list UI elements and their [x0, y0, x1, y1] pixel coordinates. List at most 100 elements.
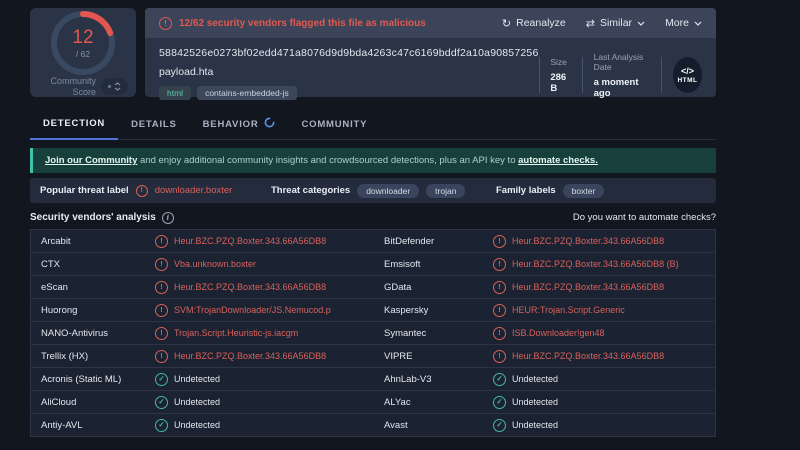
gauge-text: 12 / 62 — [51, 11, 115, 75]
family-labels-group: Family labels boxter — [496, 178, 605, 203]
vendor-name: Avast — [384, 419, 408, 431]
automate-checks-link[interactable]: automate checks. — [518, 155, 598, 166]
file-hash: 58842526e0273bf02edd471a8076d9d9bda4263c… — [159, 47, 539, 59]
result-text: Heur.BZC.PZQ.Boxter.343.66A56DB8 (B) — [512, 259, 679, 269]
table-row: Huorong! SVM:TrojanDownloader/JS.Nemucod.… — [30, 298, 716, 322]
automate-checks-question[interactable]: Do you want to automate checks? — [573, 212, 716, 223]
warning-icon: ! — [155, 303, 168, 317]
community-score-label: Community Score — [50, 76, 96, 97]
result-text: Undetected — [174, 397, 221, 407]
detection-result: ! Heur.BZC.PZQ.Boxter.343.66A56DB8 — [493, 349, 717, 363]
detection-result: ! Heur.BZC.PZQ.Boxter.343.66A56DB8 (B) — [493, 257, 717, 271]
result-text: Heur.BZC.PZQ.Boxter.343.66A56DB8 — [174, 236, 327, 246]
check-icon: ✓ — [493, 372, 506, 386]
vendor-name: Symantec — [384, 327, 427, 339]
chevron-down-icon — [694, 17, 702, 29]
divider — [581, 57, 583, 93]
chevron-down-icon — [637, 17, 645, 29]
join-community-link[interactable]: Join our Community — [45, 155, 137, 166]
detection-result: ! Heur.BZC.PZQ.Boxter.343.66A56DB8 — [155, 234, 374, 248]
result-text: ISB.Downloader!gen48 — [512, 328, 605, 338]
warning-icon: ! — [493, 349, 506, 363]
warning-icon: ! — [155, 257, 168, 271]
warning-icon: ! — [155, 280, 168, 294]
banner-text: and enjoy additional community insights … — [137, 155, 519, 166]
table-row: Trellix (HX)! Heur.BZC.PZQ.Boxter.343.66A… — [30, 344, 716, 368]
more-button[interactable]: More — [665, 17, 702, 29]
score-footer: Community Score — [30, 76, 136, 98]
detection-score-gauge: 12 / 62 — [51, 11, 115, 75]
vendor-name: Acronis (Static ML) — [41, 373, 122, 385]
warning-icon: ! — [135, 184, 148, 197]
threat-categories-group: Threat categories downloader trojan — [271, 178, 466, 203]
check-icon: ✓ — [155, 418, 168, 432]
tab-bar: DETECTION DETAILS BEHAVIOR COMMUNITY — [30, 109, 716, 140]
check-icon: ✓ — [155, 395, 168, 409]
popular-threat-label-group: Popular threat label ! downloader.boxter — [40, 184, 233, 197]
result-text: Undetected — [174, 420, 221, 430]
category-pill-trojan[interactable]: trojan — [426, 183, 466, 198]
result-text: Undetected — [512, 374, 559, 384]
vendor-name: VIPRE — [384, 350, 413, 362]
score-total: / 62 — [75, 48, 91, 59]
tab-behavior[interactable]: BEHAVIOR — [190, 109, 289, 139]
info-icon[interactable]: i — [161, 211, 174, 224]
vendor-name: ALYac — [384, 396, 411, 408]
detection-result: ✓ Undetected — [493, 372, 717, 386]
vendor-name: eScan — [41, 281, 68, 293]
file-report-page: 12 / 62 Community Score ! 12/62 security… — [0, 0, 800, 450]
detection-result: ! Vba.unknown.boxter — [155, 257, 374, 271]
vendor-name: AliCloud — [41, 396, 77, 408]
check-icon: ✓ — [155, 372, 168, 386]
community-score-card: 12 / 62 Community Score — [30, 8, 136, 97]
tab-community[interactable]: COMMUNITY — [288, 109, 380, 139]
result-text: Heur.BZC.PZQ.Boxter.343.66A56DB8 — [512, 236, 665, 246]
alert-text: 12/62 security vendors flagged this file… — [179, 17, 426, 29]
result-text: SVM:TrojanDownloader/JS.Nemucod.p — [174, 305, 331, 315]
table-row: eScan! Heur.BZC.PZQ.Boxter.343.66A56DB8 GD… — [30, 275, 716, 299]
warning-icon: ! — [155, 326, 168, 340]
result-text: Undetected — [174, 374, 221, 384]
warning-icon: ! — [493, 280, 506, 294]
community-banner: Join our Community and enjoy additional … — [30, 148, 716, 173]
check-icon: ✓ — [493, 395, 506, 409]
vendor-name: Kaspersky — [384, 304, 429, 316]
last-analysis-date: Last Analysis Date a moment ago — [593, 51, 644, 99]
popular-threat-label-value[interactable]: downloader.boxter — [155, 185, 233, 196]
detection-result: ✓ Undetected — [493, 395, 717, 409]
tab-details[interactable]: DETAILS — [118, 109, 190, 139]
file-report-header: ! 12/62 security vendors flagged this fi… — [145, 8, 716, 100]
result-text: Heur.BZC.PZQ.Boxter.343.66A56DB8 — [174, 282, 327, 292]
detection-result: ✓ Undetected — [155, 372, 374, 386]
file-identity: 58842526e0273bf02edd471a8076d9d9bda4263c… — [159, 47, 539, 100]
warning-icon: ! — [493, 234, 506, 248]
category-pill-downloader[interactable]: downloader — [357, 183, 420, 198]
alert-warning-icon: ! — [159, 16, 172, 30]
table-row: Arcabit! Heur.BZC.PZQ.Boxter.343.66A56DB8… — [30, 229, 716, 253]
tag-html[interactable]: html — [159, 86, 192, 100]
similar-button[interactable]: ⇄ Similar — [586, 17, 645, 29]
tag-contains-embedded-js[interactable]: contains-embedded-js — [197, 86, 297, 100]
warning-icon: ! — [155, 234, 168, 248]
vendors-table: Arcabit! Heur.BZC.PZQ.Boxter.343.66A56DB8… — [30, 229, 716, 437]
vendor-name: Antiy-AVL — [41, 419, 83, 431]
community-vote-widget[interactable] — [101, 78, 128, 96]
result-text: Heur.BZC.PZQ.Boxter.343.66A56DB8 — [512, 351, 665, 361]
check-icon: ✓ — [493, 418, 506, 432]
vendor-name: Emsisoft — [384, 258, 421, 270]
vendor-name: NANO-Antivirus — [41, 327, 109, 339]
tab-detection[interactable]: DETECTION — [30, 109, 119, 140]
result-text: HEUR:Trojan.Script.Generic — [512, 305, 625, 315]
detection-result: ! Heur.BZC.PZQ.Boxter.343.66A56DB8 — [493, 234, 717, 248]
detection-result: ! ISB.Downloader!gen48 — [493, 326, 717, 340]
table-row: CTX! Vba.unknown.boxter Emsisoft! Heur.BZC.… — [30, 252, 716, 276]
file-summary: 58842526e0273bf02edd471a8076d9d9bda4263c… — [145, 38, 716, 100]
family-pill-boxter[interactable]: boxter — [562, 183, 605, 198]
detection-result: ! Heur.BZC.PZQ.Boxter.343.66A56DB8 — [493, 280, 717, 294]
detection-result: ✓ Undetected — [155, 395, 374, 409]
similar-icon: ⇄ — [585, 16, 595, 30]
vendor-name: CTX — [41, 258, 60, 270]
loading-spinner-icon — [264, 117, 275, 131]
reanalyze-button[interactable]: ↻ Reanalyze — [502, 17, 566, 29]
vendor-name: GData — [384, 281, 412, 293]
